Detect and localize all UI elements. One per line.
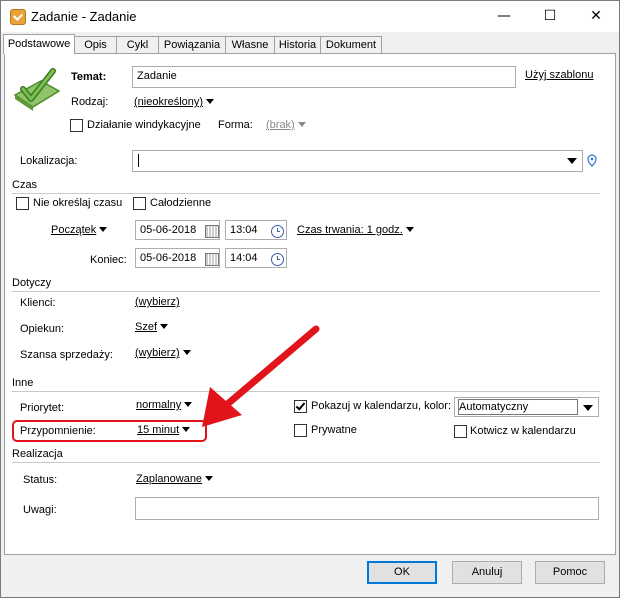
chevron-down-icon bbox=[182, 350, 191, 355]
kolor-dropdown-icon[interactable] bbox=[583, 405, 593, 411]
calodzienne-label: Całodzienne bbox=[150, 197, 212, 209]
close-button[interactable]: ✕ bbox=[573, 1, 619, 32]
task-check-icon bbox=[13, 68, 61, 111]
section-dotyczy: Dotyczy bbox=[12, 277, 600, 292]
section-realizacja-title: Realizacja bbox=[12, 448, 63, 460]
dialog-window: Zadanie - Zadanie — ☐ ✕ Podstawowe Opis … bbox=[0, 0, 620, 598]
chevron-down-icon bbox=[297, 122, 306, 127]
maximize-button[interactable]: ☐ bbox=[527, 1, 573, 32]
kolor-swatch-frame bbox=[458, 399, 578, 415]
czas-trwania-dropdown[interactable]: Czas trwania: 1 godz. bbox=[297, 224, 414, 236]
chevron-down-icon bbox=[205, 476, 214, 481]
section-czas: Czas bbox=[12, 179, 600, 194]
priorytet-dropdown[interactable]: normalny bbox=[136, 399, 193, 411]
calodzienne-checkbox[interactable] bbox=[133, 197, 146, 210]
tab-cykl[interactable]: Cykl bbox=[116, 36, 159, 53]
section-inne-title: Inne bbox=[12, 377, 34, 389]
divider bbox=[12, 462, 600, 463]
status-dropdown[interactable]: Zaplanowane bbox=[136, 473, 214, 485]
przypomnienie-value: 15 minut bbox=[137, 424, 180, 436]
text-cursor bbox=[138, 154, 139, 167]
priorytet-value: normalny bbox=[136, 399, 182, 411]
szansa-value: (wybierz) bbox=[135, 347, 180, 359]
przypomnienie-label: Przypomnienie: bbox=[20, 425, 96, 437]
status-value: Zaplanowane bbox=[136, 473, 203, 485]
temat-input[interactable]: Zadanie bbox=[132, 66, 516, 88]
calendar-icon[interactable] bbox=[205, 253, 219, 266]
title-bar[interactable]: Zadanie - Zadanie — ☐ ✕ bbox=[1, 1, 619, 32]
chevron-down-icon bbox=[405, 227, 414, 232]
nie-okreslaj-checkbox[interactable] bbox=[16, 197, 29, 210]
uwagi-input[interactable] bbox=[135, 497, 599, 520]
uzyj-szablonu-link[interactable]: Użyj szablonu bbox=[525, 69, 593, 81]
kotwicz-checkbox[interactable] bbox=[454, 425, 467, 438]
divider bbox=[12, 193, 600, 194]
windykacyjne-checkbox[interactable] bbox=[70, 119, 83, 132]
tab-opis[interactable]: Opis bbox=[74, 36, 117, 53]
chevron-down-icon bbox=[99, 227, 108, 232]
map-pin-icon[interactable] bbox=[587, 154, 597, 167]
opiekun-dropdown[interactable]: Szef bbox=[135, 321, 169, 333]
window-title: Zadanie - Zadanie bbox=[31, 9, 137, 24]
klienci-label: Klienci: bbox=[20, 297, 56, 309]
chevron-down-icon bbox=[160, 324, 169, 329]
rodzaj-value: (nieokreślony) bbox=[134, 96, 204, 108]
calendar-icon[interactable] bbox=[205, 225, 219, 238]
tab-dokument[interactable]: Dokument bbox=[320, 36, 382, 53]
poczatek-label: Początek bbox=[51, 224, 97, 236]
przypomnienie-dropdown[interactable]: 15 minut bbox=[137, 424, 191, 436]
forma-value: (brak) bbox=[266, 119, 295, 131]
chevron-down-icon bbox=[184, 402, 193, 407]
opiekun-label: Opiekun: bbox=[20, 323, 65, 335]
priorytet-label: Priorytet: bbox=[20, 402, 65, 414]
status-label: Status: bbox=[23, 474, 58, 486]
annotation-arrow bbox=[202, 325, 320, 427]
nie-okreslaj-label: Nie określaj czasu bbox=[33, 197, 123, 209]
anuluj-button[interactable]: Anuluj bbox=[452, 561, 522, 584]
szansa-dropdown[interactable]: (wybierz) bbox=[135, 347, 191, 359]
forma-dropdown[interactable]: (brak) bbox=[266, 119, 306, 131]
rodzaj-dropdown[interactable]: (nieokreślony) bbox=[134, 96, 215, 108]
poczatek-dropdown[interactable]: Początek bbox=[51, 224, 108, 236]
forma-label: Forma: bbox=[218, 119, 253, 131]
chevron-down-icon bbox=[182, 427, 191, 432]
windykacyjne-label: Działanie windykacyjne bbox=[87, 119, 201, 131]
clock-icon[interactable] bbox=[271, 225, 284, 238]
ok-button[interactable]: OK bbox=[367, 561, 437, 584]
tab-powiazania[interactable]: Powiązania bbox=[158, 36, 226, 53]
tab-podstawowe[interactable]: Podstawowe bbox=[3, 34, 75, 54]
uwagi-label: Uwagi: bbox=[23, 504, 57, 516]
minimize-button[interactable]: — bbox=[481, 1, 527, 32]
lokalizacja-dropdown-icon[interactable] bbox=[567, 158, 577, 164]
chevron-down-icon bbox=[206, 99, 215, 104]
czas-trwania-value: Czas trwania: 1 godz. bbox=[297, 224, 403, 236]
koniec-label: Koniec: bbox=[90, 254, 127, 266]
opiekun-value: Szef bbox=[135, 321, 158, 333]
lokalizacja-input[interactable] bbox=[132, 150, 583, 172]
clock-icon[interactable] bbox=[271, 253, 284, 266]
section-dotyczy-title: Dotyczy bbox=[12, 277, 52, 289]
lokalizacja-label: Lokalizacja: bbox=[20, 155, 78, 167]
tab-historia[interactable]: Historia bbox=[274, 36, 321, 53]
divider bbox=[12, 291, 600, 292]
rodzaj-label: Rodzaj: bbox=[71, 96, 109, 108]
app-icon bbox=[10, 9, 26, 25]
klienci-link[interactable]: (wybierz) bbox=[135, 296, 180, 308]
kotwicz-label: Kotwicz w kalendarzu bbox=[470, 425, 576, 437]
pomoc-button[interactable]: Pomoc bbox=[535, 561, 605, 584]
szansa-label: Szansa sprzedaży: bbox=[20, 349, 113, 361]
pokazuj-label: Pokazuj w kalendarzu, kolor: bbox=[311, 400, 452, 412]
tab-wlasne[interactable]: Własne bbox=[225, 36, 275, 53]
temat-label: Temat: bbox=[71, 71, 107, 83]
section-realizacja: Realizacja bbox=[12, 448, 600, 463]
section-czas-title: Czas bbox=[12, 179, 38, 191]
